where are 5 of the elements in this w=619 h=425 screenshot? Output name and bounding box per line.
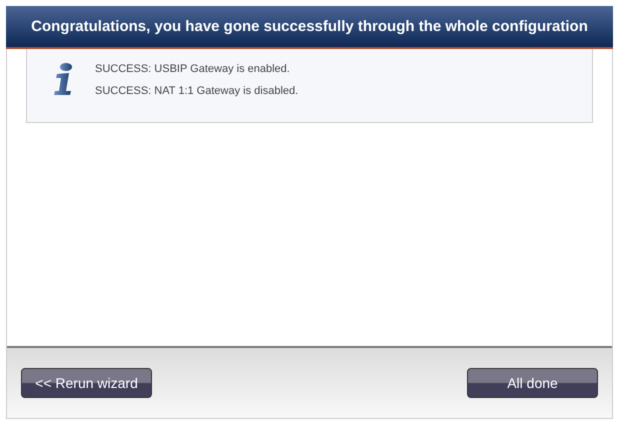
dialog-title: Congratulations, you have gone successfully through the whole configuration (31, 18, 588, 35)
status-message: SUCCESS: NAT 1:1 Gateway is disabled. (95, 85, 298, 97)
status-message: SUCCESS: USBIP Gateway is enabled. (95, 63, 291, 75)
wizard-button[interactable]: All done (467, 368, 598, 398)
wizard-button[interactable]: << Rerun wizard (21, 368, 152, 398)
